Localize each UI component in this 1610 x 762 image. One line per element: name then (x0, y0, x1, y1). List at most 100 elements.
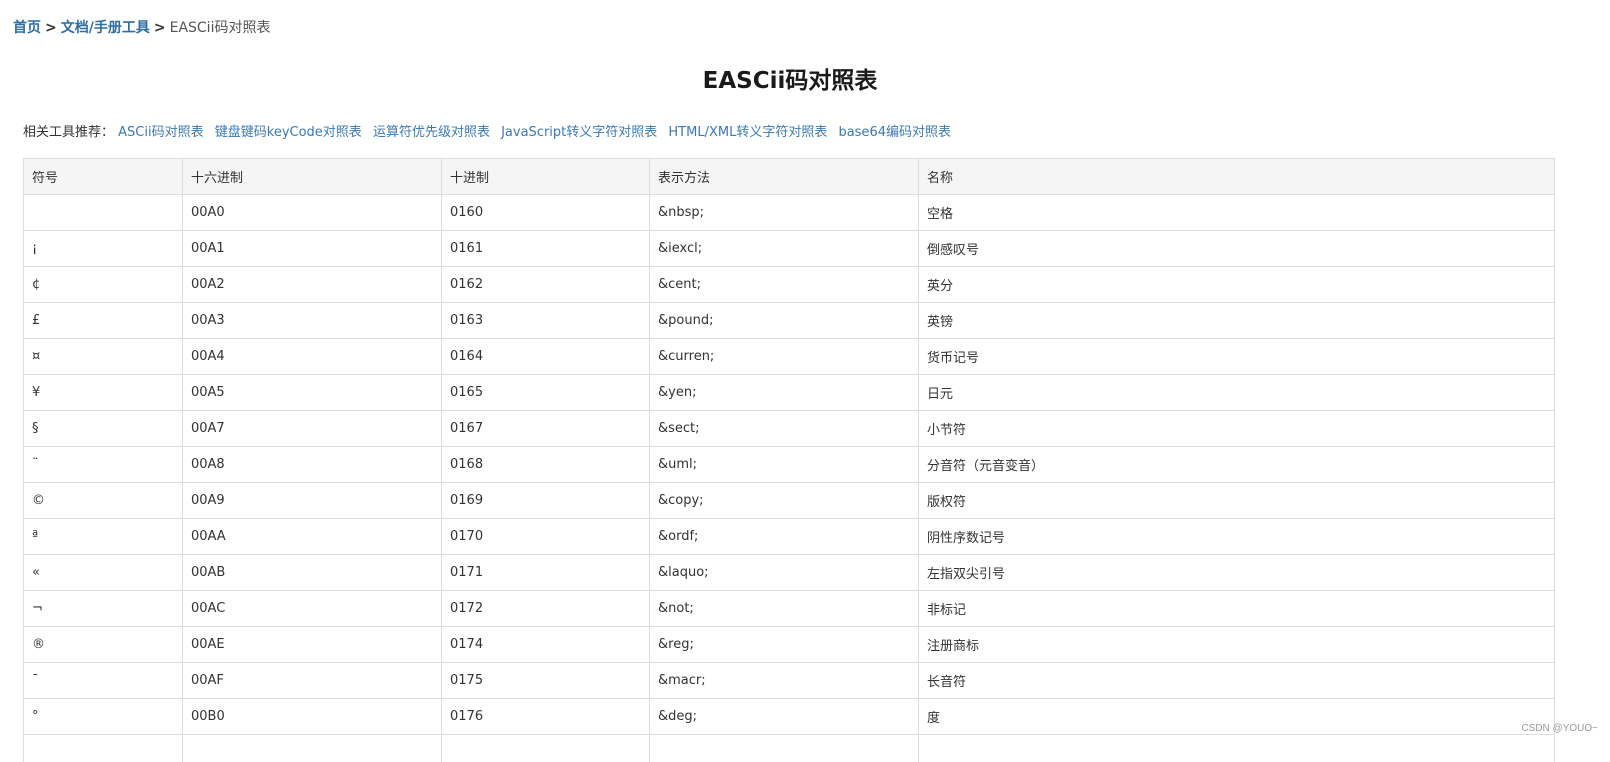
table-row: § 00A7 0167 &sect; 小节符 (23, 410, 1555, 447)
header-name: 名称 (918, 158, 1555, 195)
eascii-table: 符号 十六进制 十进制 表示方法 名称 00A0 0160 &nbsp; 空格 ¡ 00A… (23, 158, 1555, 762)
cell-hex: 00A2 (182, 266, 442, 303)
cell-name: 货币记号 (918, 338, 1555, 375)
cell-name: 长音符 (918, 662, 1555, 699)
cell-hex: 00A4 (182, 338, 442, 375)
cell-entity: &ordf; (649, 518, 919, 555)
cell-symbol: £ (23, 302, 183, 339)
related-link-js-escape[interactable]: JavaScript转义字符对照表 (501, 125, 657, 140)
cell-symbol: ¤ (23, 338, 183, 375)
related-tools: 相关工具推荐： ASCii码对照表 键盘键码keyCode对照表 运算符优先级对… (23, 124, 958, 142)
eascii-table-container: 符号 十六进制 十进制 表示方法 名称 00A0 0160 &nbsp; 空格 ¡ 00A… (23, 158, 1555, 762)
cell-decimal: 0163 (441, 302, 650, 339)
cell-symbol: « (23, 554, 183, 591)
table-row: ¬ 00AC 0172 &not; 非标记 (23, 590, 1555, 627)
cell-entity: &nbsp; (649, 194, 919, 231)
table-row: 00A0 0160 &nbsp; 空格 (23, 194, 1555, 231)
table-row: ¢ 00A2 0162 &cent; 英分 (23, 266, 1555, 303)
cell-hex: 00A0 (182, 194, 442, 231)
table-header-row: 符号 十六进制 十进制 表示方法 名称 (23, 158, 1555, 195)
cell-symbol: ª (23, 518, 183, 555)
cell-symbol: § (23, 410, 183, 447)
table-row: ¥00A5 0165 &yen; 日元 (23, 374, 1555, 411)
cell-symbol: ¡ (23, 230, 183, 267)
cell-name: 英镑 (918, 302, 1555, 339)
cell-hex: 00A7 (182, 410, 442, 447)
cell-hex (182, 734, 442, 762)
table-row: ª 00AA 0170 &ordf; 阴性序数记号 (23, 518, 1555, 555)
table-row: ¡ 00A1 0161 &iexcl; 倒感叹号 (23, 230, 1555, 267)
table-body: 00A0 0160 &nbsp; 空格 ¡ 00A1 0161 &iexcl; 倒感叹号 ¢ 00A… (23, 194, 1555, 762)
cell-decimal: 0174 (441, 626, 650, 663)
cell-hex: 00AC (182, 590, 442, 627)
related-link-operator-precedence[interactable]: 运算符优先级对照表 (373, 125, 490, 140)
cell-entity: &curren; (649, 338, 919, 375)
cell-entity: &macr; (649, 662, 919, 699)
cell-name: 小节符 (918, 410, 1555, 447)
table-row: ¤ 00A4 0164 &curren; 货币记号 (23, 338, 1555, 375)
table-row: £00A3 0163 &pound; 英镑 (23, 302, 1555, 339)
cell-decimal: 0160 (441, 194, 650, 231)
related-tools-label: 相关工具推荐： (23, 125, 115, 140)
cell-entity: &iexcl; (649, 230, 919, 267)
cell-symbol: ¨ (23, 446, 183, 483)
breadcrumb-home-link[interactable]: 首页 (13, 20, 41, 36)
cell-hex: 00AB (182, 554, 442, 591)
related-link-base64[interactable]: base64编码对照表 (838, 125, 951, 140)
cell-symbol: ¥ (23, 374, 183, 411)
cell-symbol: ® (23, 626, 183, 663)
cell-hex: 00B0 (182, 698, 442, 735)
cell-decimal: 0161 (441, 230, 650, 267)
cell-entity: &not; (649, 590, 919, 627)
cell-decimal: 0165 (441, 374, 650, 411)
cell-symbol (23, 734, 183, 762)
cell-name: 度 (918, 698, 1555, 735)
cell-name: 阴性序数记号 (918, 518, 1555, 555)
cell-entity: &copy; (649, 482, 919, 519)
header-hex: 十六进制 (182, 158, 442, 195)
cell-name: 英分 (918, 266, 1555, 303)
cell-entity: &yen; (649, 374, 919, 411)
cell-name: 分音符（元音变音） (918, 446, 1555, 483)
breadcrumb-separator: > (45, 20, 57, 36)
header-decimal: 十进制 (441, 158, 650, 195)
cell-entity (649, 734, 919, 762)
header-symbol: 符号 (23, 158, 183, 195)
table-row (23, 734, 1555, 762)
cell-decimal: 0176 (441, 698, 650, 735)
cell-name: 版权符 (918, 482, 1555, 519)
cell-name (918, 734, 1555, 762)
watermark: CSDN @YOUO~ (1521, 723, 1598, 734)
cell-entity: &laquo; (649, 554, 919, 591)
cell-hex: 00A9 (182, 482, 442, 519)
table-row: ¨ 00A8 0168 &uml; 分音符（元音变音） (23, 446, 1555, 483)
related-link-ascii[interactable]: ASCii码对照表 (118, 125, 203, 140)
cell-decimal: 0170 (441, 518, 650, 555)
related-link-html-xml-escape[interactable]: HTML/XML转义字符对照表 (668, 125, 827, 140)
cell-hex: 00A5 (182, 374, 442, 411)
cell-decimal: 0175 (441, 662, 650, 699)
cell-entity: &uml; (649, 446, 919, 483)
cell-hex: 00A3 (182, 302, 442, 339)
cell-entity: &deg; (649, 698, 919, 735)
table-row: ® 00AE 0174 &reg; 注册商标 (23, 626, 1555, 663)
cell-name: 日元 (918, 374, 1555, 411)
breadcrumb-docs-link[interactable]: 文档/手册工具 (61, 20, 150, 36)
cell-entity: &pound; (649, 302, 919, 339)
related-link-keycode[interactable]: 键盘键码keyCode对照表 (215, 125, 362, 140)
table-row: «00AB 0171 &laquo; 左指双尖引号 (23, 554, 1555, 591)
table-row: ¯ 00AF 0175 &macr; 长音符 (23, 662, 1555, 699)
cell-symbol: ¯ (23, 662, 183, 699)
breadcrumb-separator: > (153, 20, 166, 36)
cell-decimal: 0171 (441, 554, 650, 591)
cell-hex: 00AA (182, 518, 442, 555)
cell-hex: 00AE (182, 626, 442, 663)
cell-decimal: 0172 (441, 590, 650, 627)
cell-hex: 00A8 (182, 446, 442, 483)
cell-name: 注册商标 (918, 626, 1555, 663)
breadcrumb-current: EASCii码对照表 (169, 20, 271, 36)
page: 首页 > 文档/手册工具 > EASCii码对照表 EASCii码对照表 相关工具推荐：… (0, 0, 1610, 762)
cell-name: 非标记 (918, 590, 1555, 627)
cell-symbol (23, 194, 183, 231)
cell-decimal: 0167 (441, 410, 650, 447)
